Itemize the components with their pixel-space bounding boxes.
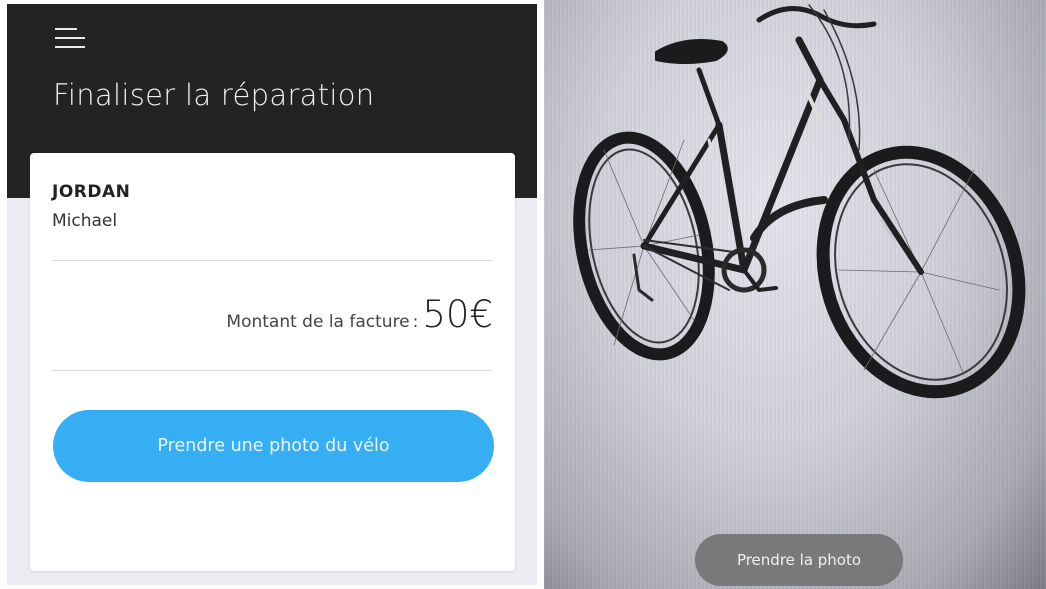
take-bike-photo-button[interactable]: Prendre une photo du vélo: [53, 410, 494, 482]
invoice-amount-row: Montant de la facture : 50€: [226, 293, 493, 336]
take-photo-button[interactable]: Prendre la photo: [695, 534, 903, 586]
invoice-amount-value: 50€: [422, 293, 493, 336]
page-title: Finaliser la réparation: [53, 78, 375, 112]
invoice-amount-separator: :: [412, 312, 419, 332]
camera-screen: Prendre la photo: [544, 0, 1046, 589]
repair-screen: Finaliser la réparation JORDAN Michael M…: [7, 4, 537, 585]
invoice-amount-label: Montant de la facture: [226, 312, 410, 332]
repair-card: JORDAN Michael Montant de la facture : 5…: [30, 153, 515, 571]
hamburger-menu-icon[interactable]: [55, 24, 85, 48]
customer-last-name: JORDAN: [52, 182, 131, 202]
divider: [52, 260, 493, 261]
customer-first-name: Michael: [52, 211, 118, 231]
divider: [52, 370, 493, 371]
bicycle-photo: [573, 4, 1026, 399]
